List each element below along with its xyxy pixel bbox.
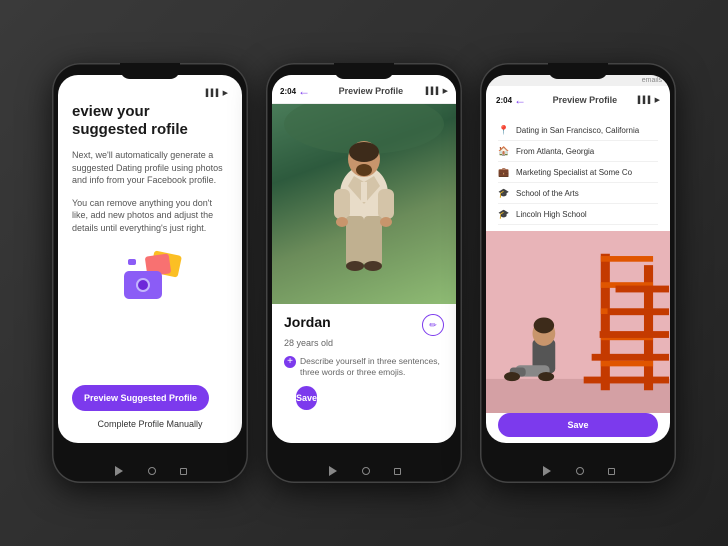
home-nav-icon-2[interactable]	[362, 467, 370, 475]
camera-flash	[128, 259, 136, 265]
phone2-header-title: Preview Profile	[316, 86, 426, 96]
school-arts-text: School of the Arts	[516, 189, 579, 198]
profile-age: 28 years old	[284, 338, 444, 348]
staircase-scene	[486, 231, 670, 413]
save-button-3[interactable]: Save	[498, 413, 658, 437]
phone3-status-icons: ▌▌▌ ▶	[638, 96, 660, 104]
phone-2-nav	[266, 467, 462, 475]
screen1-title: eview your suggested rofile	[72, 103, 228, 139]
back-nav-icon[interactable]	[115, 466, 123, 476]
location-row: 📍 Dating in San Francisco, California	[498, 120, 658, 141]
recents-nav-icon-2[interactable]	[394, 468, 401, 475]
complete-profile-manually-button[interactable]: Complete Profile Manually	[72, 419, 228, 429]
phone2-time: 2:04	[280, 87, 296, 96]
location-text: Dating in San Francisco, California	[516, 126, 639, 135]
hometown-text: From Atlanta, Georgia	[516, 147, 594, 156]
status-icons-1: ▌▌▌ ▶	[206, 89, 228, 97]
phone-2: 2:04 ← Preview Profile ▌▌▌ ▶	[266, 63, 462, 483]
phone-1: ▌▌▌ ▶ eview your suggested rofile Next, …	[52, 63, 248, 483]
preview-suggested-profile-button[interactable]: Preview Suggested Profile	[72, 385, 209, 411]
school-icon-2: 🎓	[498, 208, 510, 220]
school-lincoln-text: Lincoln High School	[516, 210, 587, 219]
profile-details-section: 📍 Dating in San Francisco, California 🏠 …	[486, 114, 670, 231]
profile-name: Jordan	[284, 314, 331, 330]
edit-profile-button[interactable]: ✏	[422, 314, 444, 336]
home-nav-icon-3[interactable]	[576, 467, 584, 475]
camera-lens	[136, 278, 150, 292]
profile-photo-3	[486, 231, 670, 413]
status-bar-1: ▌▌▌ ▶	[72, 89, 228, 97]
back-arrow-3[interactable]: ←	[512, 92, 528, 108]
add-description-icon[interactable]: +	[284, 356, 296, 368]
phone-1-nav	[52, 467, 248, 475]
phone-3: emails 2:04 ← Preview Profile ▌▌▌ ▶ 📍 Da…	[480, 63, 676, 483]
profile-info-section: Jordan ✏ 28 years old + Describe yoursel…	[272, 304, 456, 443]
phone3-header-title: Preview Profile	[532, 95, 638, 105]
screen1-body2: You can remove anything you don't like, …	[72, 197, 228, 235]
phone-3-nav	[480, 467, 676, 475]
phone-1-screen: ▌▌▌ ▶ eview your suggested rofile Next, …	[58, 75, 242, 443]
phone2-status-icons: ▌▌▌ ▶	[426, 87, 448, 95]
back-arrow-2[interactable]: ←	[296, 83, 312, 99]
person-figure	[272, 104, 456, 304]
home-nav-icon[interactable]	[148, 467, 156, 475]
profile-photo-2	[272, 104, 456, 304]
home-icon: 🏠	[498, 145, 510, 157]
notification-bar: emails	[486, 75, 670, 86]
camera-illustration	[72, 253, 228, 303]
describe-row: + Describe yourself in three sentences, …	[284, 356, 444, 378]
hometown-row: 🏠 From Atlanta, Georgia	[498, 141, 658, 162]
work-text: Marketing Specialist at Some Co	[516, 168, 632, 177]
school-lincoln-row: 🎓 Lincoln High School	[498, 204, 658, 225]
work-row: 💼 Marketing Specialist at Some Co	[498, 162, 658, 183]
camera-body	[124, 271, 162, 299]
work-icon: 💼	[498, 166, 510, 178]
phone3-time: 2:04	[496, 96, 512, 105]
save-button-2[interactable]: Save	[296, 386, 317, 410]
phone-3-screen: emails 2:04 ← Preview Profile ▌▌▌ ▶ 📍 Da…	[486, 75, 670, 443]
location-icon: 📍	[498, 124, 510, 136]
phone-2-screen: 2:04 ← Preview Profile ▌▌▌ ▶	[272, 75, 456, 443]
describe-placeholder: Describe yourself in three sentences, th…	[300, 356, 444, 378]
screen1-body1: Next, we'll automatically generate a sug…	[72, 149, 228, 187]
recents-nav-icon-3[interactable]	[608, 468, 615, 475]
phone3-header: 2:04 ← Preview Profile ▌▌▌ ▶	[486, 86, 670, 114]
recents-nav-icon[interactable]	[180, 468, 187, 475]
school-icon-1: 🎓	[498, 187, 510, 199]
school-arts-row: 🎓 School of the Arts	[498, 183, 658, 204]
back-nav-icon-2[interactable]	[329, 466, 337, 476]
back-nav-icon-3[interactable]	[543, 466, 551, 476]
